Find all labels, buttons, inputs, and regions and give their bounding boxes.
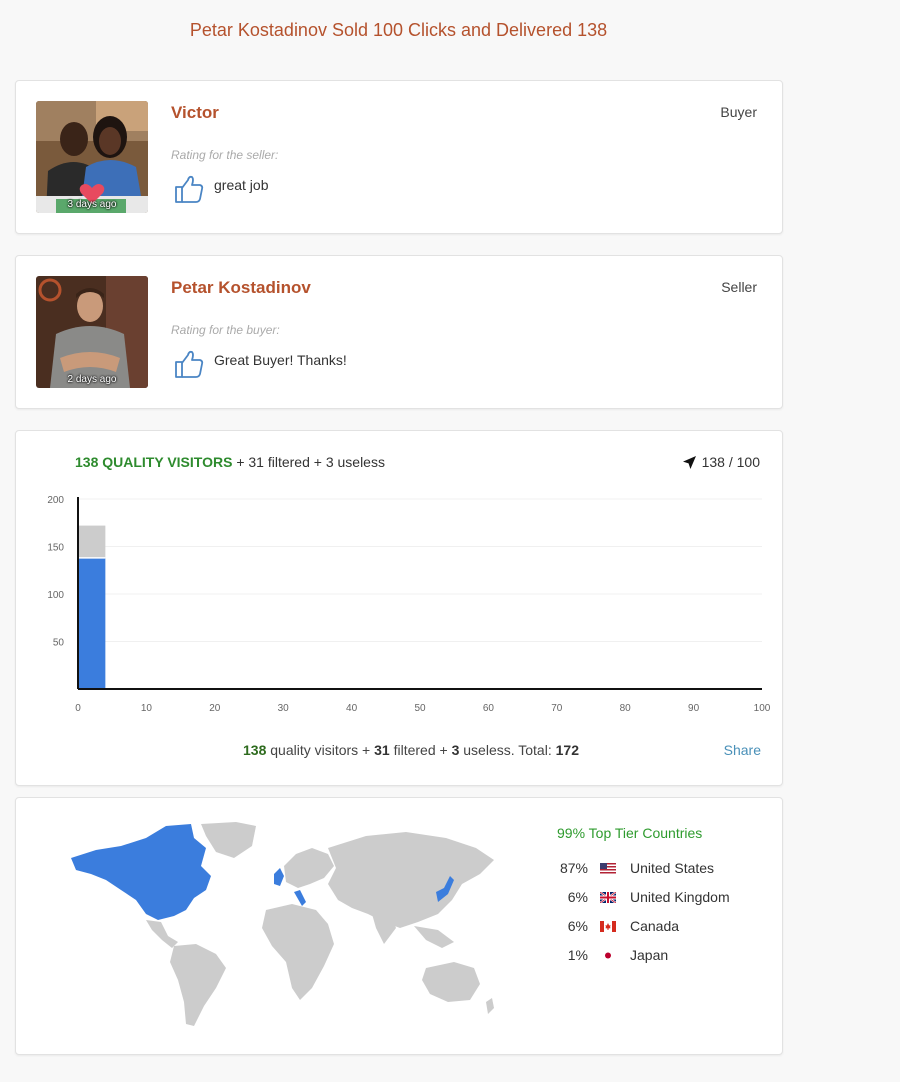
- bar-filtered: [78, 525, 106, 558]
- totals-text: filtered +: [389, 742, 452, 758]
- canada-flag-icon: [600, 920, 616, 932]
- map-southeast-asia: [414, 926, 454, 948]
- y-tick-label: 100: [47, 590, 64, 601]
- total-filtered: 31: [374, 742, 390, 758]
- page-title: Petar Kostadinov Sold 100 Clicks and Del…: [189, 20, 608, 40]
- seller-avatar[interactable]: 2 days ago: [36, 276, 148, 388]
- japan-flag-icon: [600, 949, 616, 961]
- us-flag-icon: [600, 862, 616, 874]
- review-time: 2 days ago: [67, 374, 117, 385]
- country-percent: 1%: [567, 947, 588, 963]
- geo-card: 99% Top Tier Countries 87% United States…: [15, 797, 783, 1055]
- traffic-chart-card: 138 QUALITY VISITORS + 31 filtered + 3 u…: [15, 430, 783, 786]
- map-europe: [284, 848, 334, 888]
- country-percent: 87%: [559, 860, 588, 876]
- map-north-america: [71, 824, 211, 920]
- country-row-canada: 6% Canada: [546, 916, 679, 936]
- country-percent: 6%: [567, 918, 588, 934]
- buyer-avatar[interactable]: 3 days ago: [36, 101, 148, 213]
- bar-quality: [78, 557, 106, 689]
- country-row-japan: 1% Japan: [546, 945, 668, 965]
- review-text: great job: [214, 177, 269, 193]
- reviewer-name[interactable]: Petar Kostadinov: [171, 278, 311, 298]
- x-tick-label: 90: [688, 703, 700, 714]
- rating-caption: Rating for the seller:: [171, 148, 279, 162]
- x-tick-label: 50: [414, 703, 426, 714]
- country-name: United Kingdom: [630, 889, 730, 905]
- map-australia: [422, 962, 480, 1002]
- role-tag: Buyer: [720, 104, 757, 120]
- visitors-totals: 138 quality visitors + 31 filtered + 3 u…: [243, 742, 579, 758]
- map-uk: [274, 868, 284, 886]
- thumbs-up-icon: [175, 175, 204, 203]
- map-central-america: [146, 920, 178, 948]
- x-tick-label: 80: [620, 703, 632, 714]
- country-name: Canada: [630, 918, 680, 934]
- country-name: United States: [630, 860, 715, 876]
- world-map: [71, 822, 494, 1026]
- share-link[interactable]: Share: [724, 742, 761, 758]
- total-visitors: 172: [555, 742, 579, 758]
- country-name: Japan: [630, 947, 669, 963]
- x-tick-label: 40: [346, 703, 358, 714]
- x-tick-label: 70: [551, 703, 563, 714]
- map-asia: [328, 832, 494, 928]
- x-tick-label: 30: [278, 703, 290, 714]
- x-tick-label: 20: [209, 703, 221, 714]
- map-africa: [262, 904, 334, 1000]
- y-tick-label: 200: [47, 495, 64, 506]
- map-greenland: [201, 822, 256, 858]
- totals-text: quality visitors +: [266, 742, 375, 758]
- total-quality: 138: [243, 742, 267, 758]
- x-tick-label: 0: [75, 703, 81, 714]
- map-new-zealand: [486, 998, 494, 1014]
- reviewer-name[interactable]: Victor: [171, 103, 219, 123]
- buyer-review-card: 3 days ago Victor Buyer Rating for the s…: [15, 80, 783, 234]
- thumbs-up-icon: [175, 350, 204, 378]
- visitors-bar-chart: 50 100 150 200 0 10 20 30 40 50 60 70 80 90 100: [47, 495, 771, 714]
- review-text: Great Buyer! Thanks!: [214, 352, 347, 368]
- map-south-america: [170, 944, 226, 1026]
- x-tick-label: 10: [141, 703, 153, 714]
- seller-review-card: 2 days ago Petar Kostadinov Seller Ratin…: [15, 255, 783, 409]
- x-tick-label: 60: [483, 703, 495, 714]
- rating-caption: Rating for the buyer:: [171, 323, 280, 337]
- y-tick-label: 50: [53, 638, 65, 649]
- country-row-uk: 6% United Kingdom: [546, 887, 730, 907]
- totals-text: useless. Total:: [459, 742, 556, 758]
- country-row-us: 87% United States: [546, 858, 714, 878]
- top-tier-summary: 99% Top Tier Countries: [557, 825, 703, 841]
- x-tick-label: 100: [754, 703, 771, 714]
- y-tick-label: 150: [47, 543, 64, 554]
- uk-flag-icon: [600, 891, 616, 903]
- country-percent: 6%: [567, 889, 588, 905]
- map-italy: [294, 890, 306, 906]
- review-time: 3 days ago: [67, 199, 117, 210]
- role-tag: Seller: [721, 279, 757, 295]
